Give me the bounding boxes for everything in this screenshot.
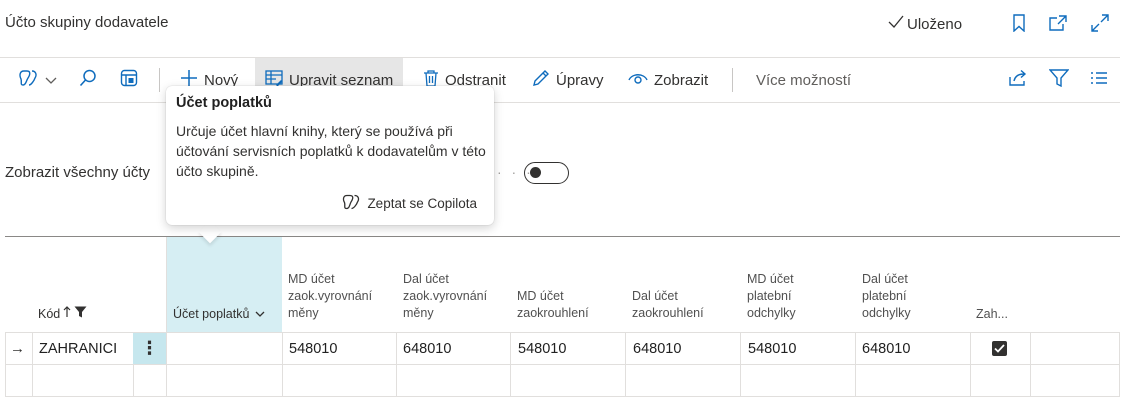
chevron-down-icon [255,306,265,323]
row-divider [5,396,1120,397]
share-icon [1008,69,1028,91]
cell-dal-zaokrouhleni[interactable]: 648010 [633,341,681,357]
column-header-md-zaokrouhleni[interactable]: MD účet zaokrouhlení [517,288,589,322]
column-header-zah[interactable]: Zah... [976,306,1008,323]
column-header-md-platebni[interactable]: MD účet platební odchylky [747,271,796,322]
cell-dal-platebni[interactable]: 648010 [862,341,910,357]
grid-vline [396,332,397,396]
more-options-button[interactable]: Více možností [756,58,851,102]
edit-label: Úpravy [556,71,604,89]
cell-kod[interactable]: ZAHRANICI [39,341,117,357]
eye-icon [628,71,648,89]
cell-dal-zaok-vyrovnani[interactable]: 648010 [403,341,451,357]
cell-ucet-poplatku[interactable] [173,341,273,359]
share-button[interactable] [1008,58,1028,102]
show-all-accounts-label: Zobrazit všechny účty [5,164,151,181]
show-all-accounts-toggle[interactable] [524,162,569,184]
view-label: Zobrazit [654,71,709,89]
view-button[interactable]: Zobrazit [628,58,708,102]
copilot-icon [17,69,39,91]
layout-button[interactable] [120,58,138,102]
tooltip-title: Účet poplatků [176,95,272,111]
grid-vline [625,332,626,396]
checkmark-icon [994,344,1005,353]
layout-icon [120,69,138,91]
check-icon [888,15,904,33]
cell-md-zaokrouhleni[interactable]: 548010 [518,341,566,357]
grid-vline [1030,332,1031,396]
expand-icon[interactable] [1089,12,1111,34]
column-header-dal-zaok-vyrovnani[interactable]: Dal účet zaok.vyrovnání měny [403,271,487,322]
column-header-label: Účet poplatků [173,307,250,321]
grid-vline [32,332,33,396]
toggle-knob [530,167,541,178]
toolbar-separator [159,68,160,92]
saved-status: Uloženo [888,15,962,33]
cell-md-platebni[interactable]: 548010 [748,341,796,357]
ask-copilot-link[interactable]: Zeptat se Copilota [341,194,477,213]
pencil-icon [532,69,550,91]
cell-md-zaok-vyrovnani[interactable]: 548010 [289,341,337,357]
column-tooltip: Účet poplatků Určuje účet hlavní knihy, … [166,86,494,225]
grid-vline [282,332,283,396]
toolbar-separator [732,68,733,92]
row-divider [5,332,1120,333]
search-icon [79,69,97,91]
column-header-dal-platebni[interactable]: Dal účet platební odchylky [862,271,911,322]
current-row-arrow-icon: → [10,340,25,357]
grid-vline [510,332,511,396]
grid-vline [970,332,971,396]
open-new-window-icon[interactable] [1047,12,1069,34]
column-header-dal-zaokrouhleni[interactable]: Dal účet zaokrouhlení [632,288,704,322]
list-icon [1090,71,1108,89]
grid-vline [5,332,6,396]
grid-vline [855,332,856,396]
chevron-down-icon [45,72,57,89]
sort-ascending-icon [63,306,71,323]
filter-icon [1048,69,1070,91]
row-actions-button[interactable]: ⋮ [133,333,166,364]
tooltip-body: Určuje účet hlavní knihy, který se použí… [176,123,486,179]
grid-vline [166,237,167,396]
edit-button[interactable]: Úpravy [532,58,604,102]
column-header-md-zaok-vyrovnani[interactable]: MD účet zaok.vyrovnání měny [288,271,372,322]
ask-copilot-label: Zeptat se Copilota [367,196,477,211]
grid-vline [740,332,741,396]
filter-icon [74,306,87,323]
page-title: Účto skupiny dodavatele [5,14,169,31]
row-divider [5,364,1120,365]
zah-checkbox[interactable] [992,341,1007,356]
column-header-ucet-poplatku[interactable]: Účet poplatků [173,306,265,323]
column-header-label: Kód [38,307,61,321]
filter-button[interactable] [1048,58,1070,102]
copilot-icon [341,194,361,213]
bookmark-icon[interactable] [1008,12,1030,34]
grid-vline [1119,332,1120,396]
copilot-menu-button[interactable] [17,58,57,102]
column-header-kod[interactable]: Kód [38,306,87,323]
saved-label: Uloženo [907,15,963,33]
search-button[interactable] [79,58,97,102]
list-view-button[interactable] [1090,58,1108,102]
